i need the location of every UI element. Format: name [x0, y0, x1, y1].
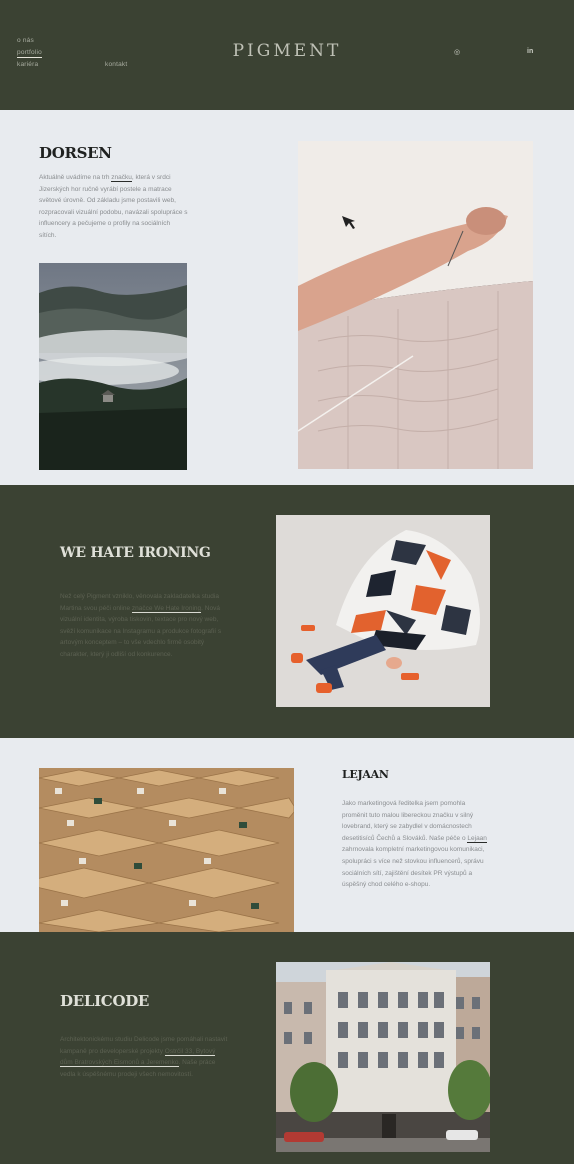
project-wehateironing: WE HATE IRONING Než celý Pigment vzniklo…	[0, 485, 574, 738]
linkedin-icon[interactable]: in	[527, 48, 533, 55]
lejaan-link[interactable]: Lejaan	[467, 834, 487, 843]
mattress-sewing-photo	[298, 141, 533, 469]
brand-logo[interactable]: PIGMENT	[0, 41, 574, 61]
forest-fog-photo	[39, 263, 187, 470]
project-description: Aktuálně uvádíme na trh značku, která v …	[39, 172, 189, 242]
shipping-boxes-photo	[39, 768, 294, 932]
project-description: Než celý Pigment vzniklo, věnovala zakla…	[60, 591, 232, 661]
site-header: o nás portfolio kariéra kontakt PIGMENT …	[0, 0, 574, 110]
project-lejaan: LEJAAN Jako marketingová ředitelka jsem …	[0, 738, 574, 932]
building-facade-photo	[276, 962, 490, 1152]
description-text: Aktuálně uvádíme na trh	[39, 174, 112, 181]
wehateironing-link[interactable]: značce We Hate Ironing	[131, 604, 202, 613]
project-delicode: DELICODE Architektonickému studiu Delico…	[0, 932, 574, 1164]
project-description: Jako marketingová ředitelka jsem pomohla…	[342, 798, 492, 891]
nav-link-career[interactable]: kariéra	[17, 61, 38, 68]
description-text: zahrnovala kompletní marketingovou komun…	[342, 846, 485, 889]
description-text: Jako marketingová ředitelka jsem pomohla…	[342, 800, 474, 842]
dorsen-link[interactable]: značku	[111, 174, 132, 182]
project-description: Architektonickému studiu Delicode jsme p…	[60, 1034, 228, 1080]
laundry-pile-photo	[276, 515, 490, 707]
project-title: DORSEN	[39, 144, 112, 162]
instagram-icon[interactable]: ◎	[454, 48, 460, 56]
project-title: LEJAAN	[342, 768, 389, 781]
nav-link-contact[interactable]: kontakt	[105, 61, 127, 68]
description-text: , která v srdci Jizerských hor ručně vyr…	[39, 174, 188, 239]
project-title: DELICODE	[60, 992, 150, 1010]
project-title: WE HATE IRONING	[60, 545, 211, 561]
project-dorsen: DORSEN Aktuálně uvádíme na trh značku, k…	[0, 110, 574, 485]
